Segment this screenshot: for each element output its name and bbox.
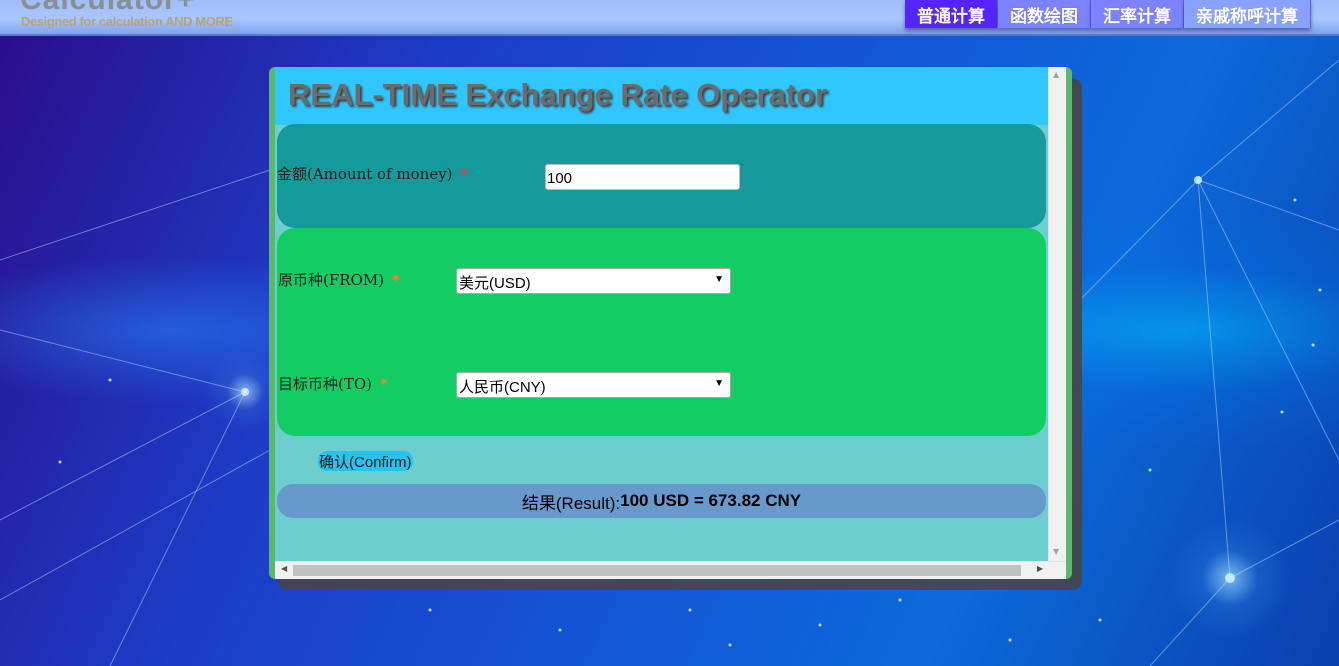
top-nav: 普通计算 函数绘图 汇率计算 亲戚称呼计算 (905, 0, 1311, 28)
page-title: REAL-TIME Exchange Rate Operator (288, 77, 828, 112)
from-currency-select[interactable]: 美元(USD) ▼ (456, 268, 731, 294)
result-prefix: 结果(Result): (521, 493, 621, 513)
vertical-scrollbar[interactable]: ▲ ▼ (1048, 67, 1066, 561)
exchange-rate-panel: REAL-TIME Exchange Rate Operator 金额(Amou… (269, 67, 1072, 579)
to-label: 目标币种(TO) (278, 375, 373, 393)
scroll-down-arrow-icon[interactable]: ▼ (1053, 547, 1059, 556)
logo-subtitle: Designed for calculation AND MORE (21, 14, 233, 29)
scroll-up-arrow-icon[interactable]: ▲ (1053, 70, 1059, 79)
nav-item-exchange-rate[interactable]: 汇率计算 (1091, 0, 1184, 28)
nav-item-function-plot[interactable]: 函数绘图 (998, 0, 1091, 28)
panel-title-bar: REAL-TIME Exchange Rate Operator (275, 67, 1048, 125)
horizontal-scrollbar[interactable]: ◀ ▶ (275, 561, 1066, 579)
amount-label: 金额(Amount of money) (277, 165, 453, 183)
required-mark: * (460, 165, 469, 183)
to-selected-value: 人民币(CNY) (459, 379, 546, 396)
nav-item-basic-calc[interactable]: 普通计算 (905, 0, 998, 28)
from-label-row: 原币种(FROM) * (278, 269, 400, 290)
to-label-row: 目标币种(TO) * (278, 373, 388, 394)
scroll-left-arrow-icon[interactable]: ◀ (281, 564, 287, 573)
confirm-button[interactable]: 确认(Confirm) (318, 451, 413, 471)
from-selected-value: 美元(USD) (459, 275, 531, 292)
header-bar: Calculator+ Designed for calculation AND… (0, 0, 1339, 36)
required-mark: * (380, 375, 388, 393)
chevron-down-icon: ▼ (714, 378, 724, 389)
currency-section (277, 228, 1046, 436)
result-bar: 结果(Result): 100 USD = 673.82 CNY (277, 484, 1046, 518)
to-currency-select[interactable]: 人民币(CNY) ▼ (456, 372, 731, 398)
amount-label-row: 金额(Amount of money) * (277, 163, 468, 184)
required-mark: * (392, 271, 400, 289)
scroll-right-arrow-icon[interactable]: ▶ (1037, 564, 1043, 573)
horizontal-scroll-thumb[interactable] (293, 565, 1021, 576)
amount-input[interactable] (545, 164, 740, 190)
nav-item-relative-title[interactable]: 亲戚称呼计算 (1184, 0, 1311, 28)
from-label: 原币种(FROM) (278, 271, 385, 289)
result-value: 100 USD = 673.82 CNY (620, 491, 802, 510)
chevron-down-icon: ▼ (714, 274, 724, 285)
